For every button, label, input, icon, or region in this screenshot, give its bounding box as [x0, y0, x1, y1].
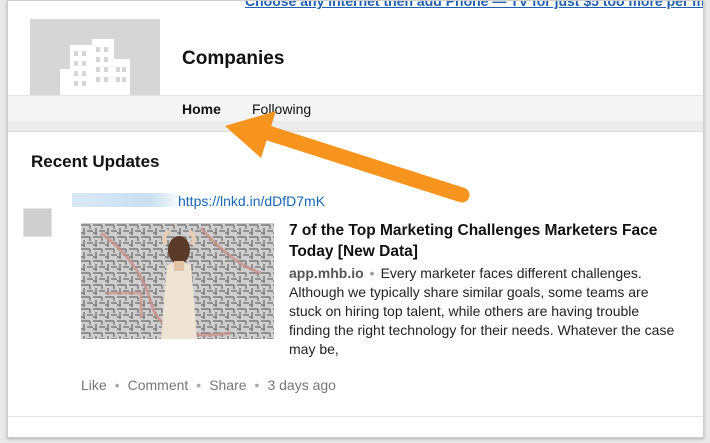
feed-divider — [8, 416, 703, 417]
section-divider — [8, 121, 703, 132]
share-button[interactable]: Share — [209, 377, 246, 393]
separator-dot: • — [369, 265, 375, 281]
article-summary: app.mhb.io • Every marketer faces differen… — [289, 264, 677, 359]
tab-bar: Home Following — [8, 95, 703, 124]
company-header: Companies Home Following — [8, 19, 703, 124]
article-source[interactable]: app.mhb.io — [289, 265, 364, 281]
ad-link[interactable]: Choose any internet then add Phone — TV … — [245, 1, 703, 9]
avatar[interactable] — [23, 208, 52, 237]
company-logo — [30, 19, 160, 105]
tab-following[interactable]: Following — [252, 101, 311, 121]
article-title[interactable]: 7 of the Top Marketing Challenges Market… — [289, 220, 669, 262]
action-separator: • — [254, 377, 260, 393]
post-link[interactable]: https://lnkd.in/dDfD7mK — [178, 193, 325, 209]
page-title: Companies — [182, 48, 285, 69]
post-timestamp: 3 days ago — [267, 377, 336, 393]
like-button[interactable]: Like — [81, 377, 107, 393]
company-page-frame: Choose any internet then add Phone — TV … — [7, 0, 704, 438]
action-separator: • — [196, 377, 202, 393]
building-icon — [60, 39, 130, 105]
post-actions: Like • Comment • Share • 3 days ago — [81, 377, 336, 393]
updates-feed: Recent Updates https://lnkd.in/dDfD7mK 7… — [8, 132, 703, 437]
section-title: Recent Updates — [31, 152, 160, 171]
action-separator: • — [114, 377, 120, 393]
comment-button[interactable]: Comment — [128, 377, 189, 393]
article-thumbnail[interactable] — [81, 223, 274, 339]
redacted-author — [72, 193, 184, 207]
